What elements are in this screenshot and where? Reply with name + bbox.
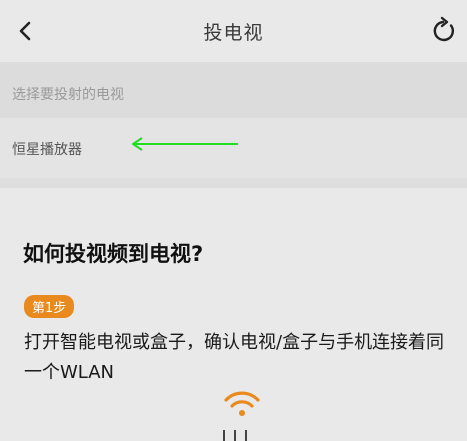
select-tv-hint-row: 选择要投射的电视	[0, 62, 467, 118]
section-divider	[0, 178, 467, 188]
refresh-icon[interactable]	[429, 16, 459, 46]
select-tv-hint: 选择要投射的电视	[12, 87, 124, 103]
top-bar: 投电视	[0, 0, 467, 62]
device-name: 恒星播放器	[12, 142, 82, 158]
annotation-arrow	[132, 137, 238, 151]
guide-section: 如何投视频到电视? 第1步 打开智能电视或盒子，确认电视/盒子与手机连接着同一个…	[0, 188, 467, 441]
guide-title: 如何投视频到电视?	[23, 242, 204, 266]
page-title: 投电视	[203, 22, 264, 44]
step-text: 打开智能电视或盒子，确认电视/盒子与手机连接着同一个WLAN	[24, 332, 445, 383]
step-badge: 第1步	[24, 295, 75, 318]
tv-icon	[223, 430, 247, 441]
wifi-icon	[224, 391, 260, 416]
